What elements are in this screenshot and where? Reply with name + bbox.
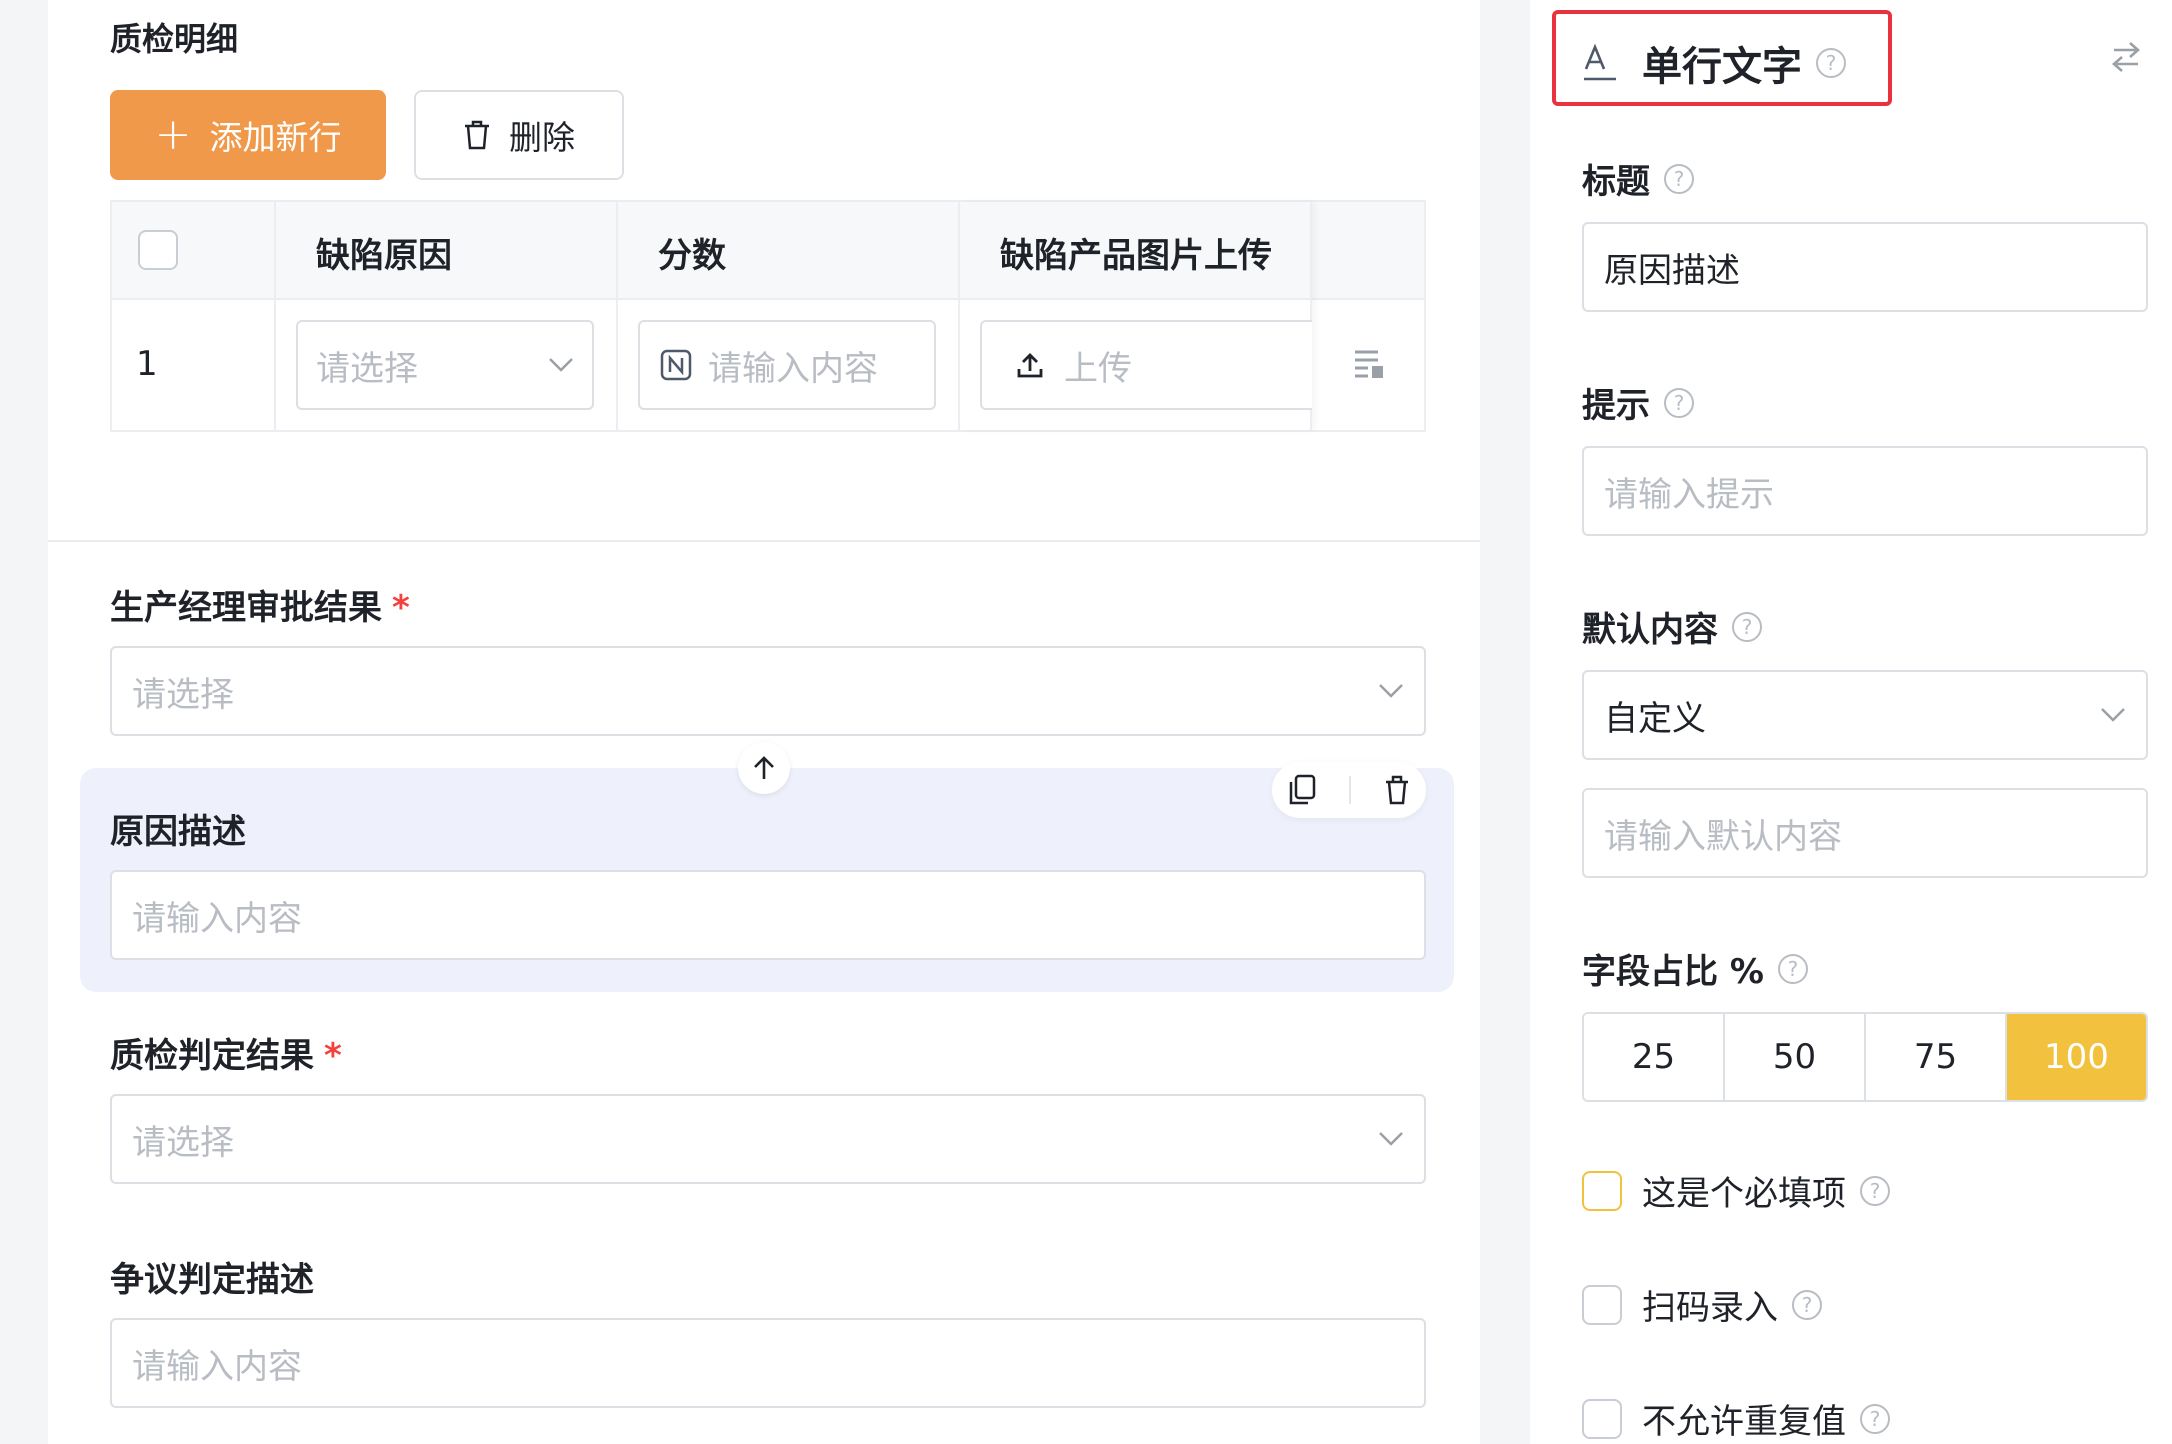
number-icon bbox=[660, 349, 692, 381]
no-duplicate-option[interactable]: 不允许重复值 ? bbox=[1582, 1394, 1890, 1443]
default-content-input[interactable]: 请输入默认内容 bbox=[1582, 788, 2148, 878]
trash-icon bbox=[463, 119, 491, 151]
trash-icon[interactable] bbox=[1384, 774, 1410, 806]
default-content-placeholder: 请输入默认内容 bbox=[1604, 816, 1842, 857]
ratio-option-75[interactable]: 75 bbox=[1866, 1014, 2007, 1100]
help-icon[interactable]: ? bbox=[1860, 1403, 1890, 1434]
help-icon[interactable]: ? bbox=[1664, 163, 1694, 194]
reason-description-label: 原因描述 bbox=[110, 812, 246, 852]
no-duplicate-checkbox[interactable] bbox=[1582, 1398, 1622, 1439]
column-header-image-upload: 缺陷产品图片上传 bbox=[1000, 236, 1272, 276]
column-header-score: 分数 bbox=[658, 236, 726, 276]
dispute-description-input[interactable]: 请输入内容 bbox=[110, 1318, 1426, 1408]
manager-approval-placeholder: 请选择 bbox=[132, 674, 234, 715]
upload-icon bbox=[1016, 351, 1044, 379]
detail-table: 缺陷原因 分数 缺陷产品图片上传 1 请选择 请输入内容 上传 bbox=[110, 200, 1426, 432]
ratio-option-25[interactable]: 25 bbox=[1584, 1014, 1725, 1100]
required-mark: * bbox=[324, 1036, 342, 1076]
manager-approval-label: 生产经理审批结果 bbox=[110, 588, 382, 628]
dispute-description-placeholder: 请输入内容 bbox=[132, 1346, 302, 1387]
ratio-segmented-control: 25 50 75 100 bbox=[1582, 1012, 2148, 1102]
ratio-label: 字段占比 % bbox=[1582, 952, 1764, 992]
qc-result-label: 质检判定结果 bbox=[110, 1036, 314, 1076]
qc-result-select[interactable]: 请选择 bbox=[110, 1094, 1426, 1184]
hint-placeholder: 请输入提示 bbox=[1604, 474, 1774, 515]
copy-icon[interactable] bbox=[1288, 774, 1316, 806]
hint-label-row: 提示 ? bbox=[1582, 378, 1694, 427]
scan-input-label: 扫码录入 bbox=[1642, 1288, 1778, 1328]
section-divider bbox=[48, 540, 1480, 542]
chevron-down-icon bbox=[1378, 1131, 1404, 1147]
ratio-label-row: 字段占比 % ? bbox=[1582, 944, 1808, 993]
select-column bbox=[112, 202, 276, 430]
hint-label: 提示 bbox=[1582, 386, 1650, 426]
help-icon[interactable]: ? bbox=[1860, 1175, 1890, 1206]
column-header-defect-reason: 缺陷原因 bbox=[316, 236, 452, 276]
field-label-qc-result: 质检判定结果 * bbox=[110, 1028, 342, 1077]
default-mode-value: 自定义 bbox=[1604, 698, 1706, 739]
title-label-row: 标题 ? bbox=[1582, 154, 1694, 203]
scan-input-option[interactable]: 扫码录入 ? bbox=[1582, 1280, 1822, 1329]
detail-title: 质检明细 bbox=[110, 20, 239, 58]
score-placeholder: 请输入内容 bbox=[708, 348, 878, 389]
default-mode-select[interactable]: 自定义 bbox=[1582, 670, 2148, 760]
reason-description-input[interactable]: 请输入内容 bbox=[110, 870, 1426, 960]
reason-description-placeholder: 请输入内容 bbox=[132, 898, 302, 939]
text-field-icon bbox=[1582, 43, 1618, 83]
qc-result-placeholder: 请选择 bbox=[132, 1122, 234, 1163]
swap-icon[interactable] bbox=[2110, 40, 2142, 74]
title-value: 原因描述 bbox=[1604, 250, 1740, 291]
chevron-down-icon bbox=[1378, 683, 1404, 699]
score-input[interactable]: 请输入内容 bbox=[638, 320, 936, 410]
select-all-checkbox[interactable] bbox=[138, 230, 178, 270]
required-option-label: 这是个必填项 bbox=[1642, 1174, 1846, 1214]
row-detail-icon[interactable] bbox=[1352, 348, 1386, 384]
required-checkbox[interactable] bbox=[1582, 1170, 1622, 1211]
help-icon[interactable]: ? bbox=[1816, 48, 1846, 78]
defect-reason-select[interactable]: 请选择 bbox=[296, 320, 594, 410]
manager-approval-select[interactable]: 请选择 bbox=[110, 646, 1426, 736]
defect-reason-placeholder: 请选择 bbox=[316, 348, 418, 389]
toolbar-separator bbox=[1348, 776, 1351, 804]
form-canvas: 质检明细 + 添加新行 删除 缺陷原因 分数 缺陷产品图片上传 1 请选择 请输… bbox=[48, 0, 1480, 1444]
panel-header: 单行文字 ? bbox=[1582, 34, 1846, 92]
scan-input-checkbox[interactable] bbox=[1582, 1284, 1622, 1325]
add-row-button[interactable]: + 添加新行 bbox=[110, 90, 386, 180]
chevron-down-icon bbox=[2100, 707, 2126, 723]
title-label: 标题 bbox=[1582, 162, 1650, 202]
chevron-down-icon bbox=[548, 357, 574, 373]
move-up-button[interactable] bbox=[738, 742, 790, 794]
help-icon[interactable]: ? bbox=[1732, 611, 1762, 642]
card-toolbar bbox=[1272, 762, 1426, 818]
field-label-manager-approval: 生产经理审批结果 * bbox=[110, 580, 410, 629]
required-mark: * bbox=[392, 588, 410, 628]
row-index: 1 bbox=[136, 344, 158, 384]
hint-input[interactable]: 请输入提示 bbox=[1582, 446, 2148, 536]
no-duplicate-label: 不允许重复值 bbox=[1642, 1402, 1846, 1442]
add-row-label: 添加新行 bbox=[209, 118, 342, 157]
arrow-up-icon bbox=[752, 755, 776, 781]
help-icon[interactable]: ? bbox=[1792, 1289, 1822, 1320]
plus-icon: + bbox=[154, 109, 192, 160]
panel-title: 单行文字 bbox=[1642, 44, 1802, 90]
ratio-option-100[interactable]: 100 bbox=[2007, 1014, 2146, 1100]
ratio-option-50[interactable]: 50 bbox=[1725, 1014, 1866, 1100]
dispute-description-label: 争议判定描述 bbox=[110, 1260, 314, 1300]
default-label: 默认内容 bbox=[1582, 610, 1718, 650]
properties-panel: 单行文字 ? 标题 ? 原因描述 提示 ? 请输入提示 默认内容 ? 自定义 请… bbox=[1530, 0, 2172, 1444]
required-option[interactable]: 这是个必填项 ? bbox=[1582, 1166, 1890, 1215]
help-icon[interactable]: ? bbox=[1664, 387, 1694, 418]
delete-label: 删除 bbox=[509, 118, 575, 157]
help-icon[interactable]: ? bbox=[1777, 953, 1808, 984]
delete-button[interactable]: 删除 bbox=[414, 90, 624, 180]
title-input[interactable]: 原因描述 bbox=[1582, 222, 2148, 312]
upload-label: 上传 bbox=[1064, 348, 1132, 389]
upload-button[interactable]: 上传 bbox=[980, 320, 1312, 410]
default-label-row: 默认内容 ? bbox=[1582, 602, 1762, 651]
